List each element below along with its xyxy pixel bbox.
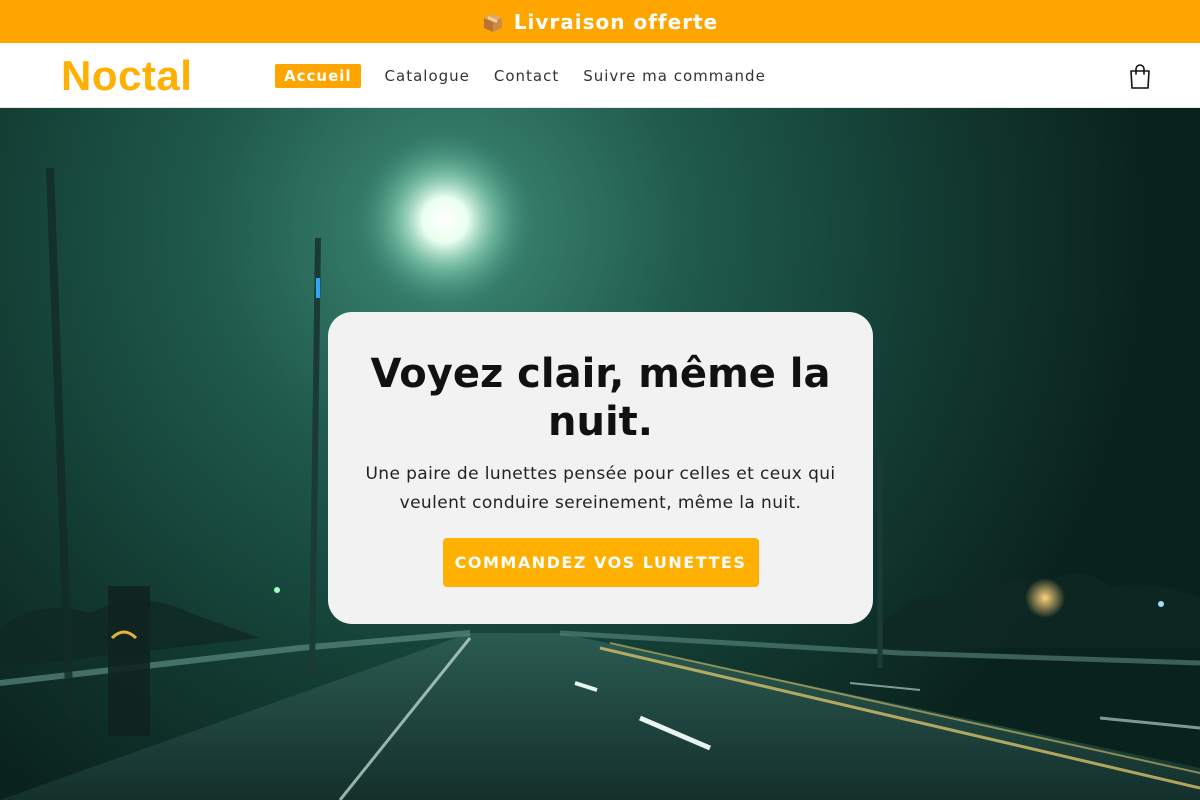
announcement-text: Livraison offerte <box>513 9 719 34</box>
shopping-bag-icon[interactable] <box>1128 64 1152 90</box>
nav-item-accueil[interactable]: Accueil <box>275 64 361 88</box>
hero-card: Voyez clair, même la nuit. Une paire de … <box>328 312 873 624</box>
package-icon <box>482 13 504 33</box>
announcement-bar: Livraison offerte <box>0 0 1200 43</box>
nav-item-suivre-commande[interactable]: Suivre ma commande <box>574 64 775 88</box>
nav-item-catalogue[interactable]: Catalogue <box>376 64 479 88</box>
main-nav: Accueil Catalogue Contact Suivre ma comm… <box>275 64 781 88</box>
hero-section: Voyez clair, même la nuit. Une paire de … <box>0 108 1200 800</box>
hero-subtitle: Une paire de lunettes pensée pour celles… <box>365 464 836 513</box>
site-header: Noctal Accueil Catalogue Contact Suivre … <box>0 43 1200 108</box>
order-glasses-button[interactable]: COMMANDEZ VOS LUNETTES <box>442 538 759 587</box>
nav-item-contact[interactable]: Contact <box>485 64 568 88</box>
brand-logo[interactable]: Noctal <box>61 52 192 100</box>
hero-title: Voyez clair, même la nuit. <box>370 351 831 445</box>
